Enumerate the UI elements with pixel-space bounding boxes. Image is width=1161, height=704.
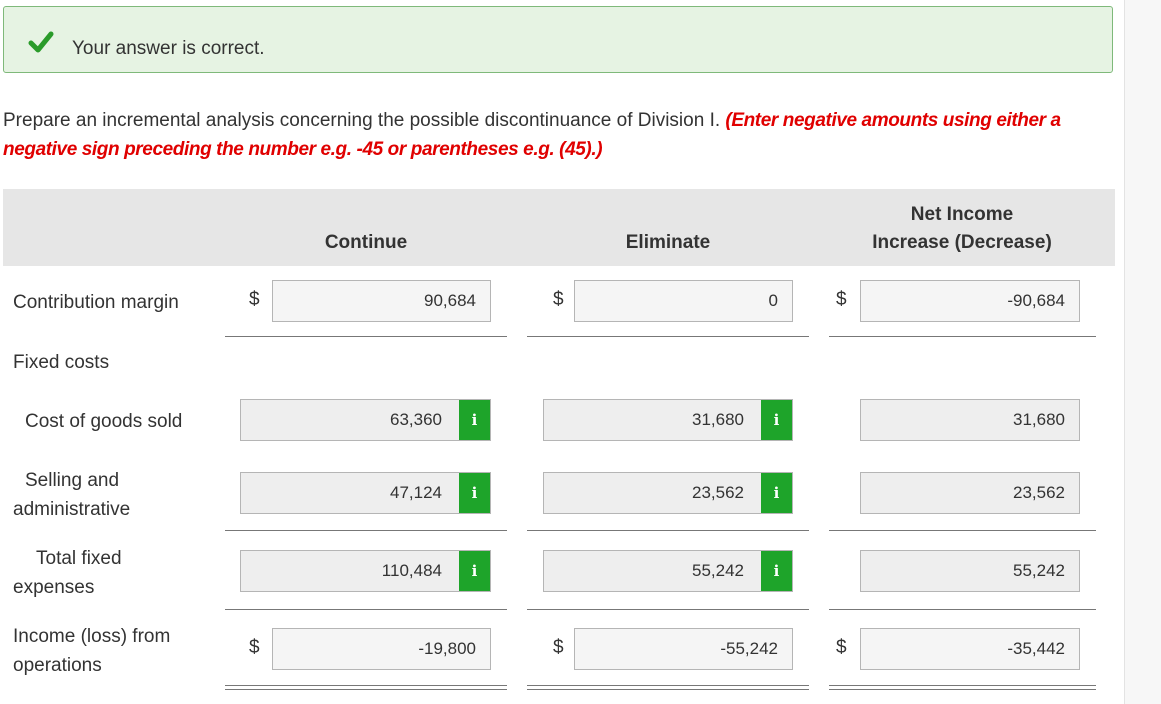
feedback-message: Your answer is correct.: [72, 38, 265, 59]
info-button[interactable]: i: [459, 400, 490, 440]
input-contribution-margin-eliminate[interactable]: 0: [574, 280, 793, 322]
info-button[interactable]: i: [761, 551, 792, 591]
underline: [527, 336, 809, 337]
feedback-banner: Your answer is correct.: [3, 6, 1113, 73]
input-contribution-margin-continue[interactable]: 90,684: [272, 280, 491, 322]
field-value: 47,124: [390, 483, 442, 502]
info-button[interactable]: i: [761, 400, 792, 440]
currency-symbol: $: [249, 289, 260, 310]
currency-symbol: $: [836, 637, 847, 658]
underline: [829, 336, 1096, 337]
info-button[interactable]: i: [459, 473, 490, 513]
column-header-net-line1: Net Income: [910, 204, 1014, 225]
input-contribution-margin-net[interactable]: -90,684: [860, 280, 1080, 322]
underline: [829, 609, 1096, 610]
row-label-income-line1: Income (loss) from: [13, 626, 171, 647]
input-selling-eliminate[interactable]: 23,562 i: [543, 472, 793, 514]
row-label-contribution-margin: Contribution margin: [13, 292, 179, 313]
table-header: Continue Eliminate Net Income Increase (…: [3, 189, 1115, 266]
column-header-eliminate: Eliminate: [625, 232, 711, 253]
underline: [527, 530, 809, 531]
instruction-text: Prepare an incremental analysis concerni…: [3, 110, 721, 131]
input-total-fixed-continue[interactable]: 110,484 i: [240, 550, 491, 592]
input-income-continue[interactable]: -19,800: [272, 628, 491, 670]
field-value: 63,360: [390, 410, 442, 429]
currency-symbol: $: [249, 637, 260, 658]
input-income-net[interactable]: -35,442: [860, 628, 1080, 670]
input-total-fixed-net[interactable]: 55,242: [860, 550, 1080, 592]
scrollbar[interactable]: [1124, 0, 1161, 704]
input-cogs-net[interactable]: 31,680: [860, 399, 1080, 441]
currency-symbol: $: [836, 289, 847, 310]
underline: [527, 609, 809, 610]
row-label-total-fixed-line2: expenses: [13, 577, 95, 598]
row-label-selling-line2: administrative: [13, 499, 131, 520]
field-value: 110,484: [381, 561, 442, 580]
input-cogs-eliminate[interactable]: 31,680 i: [543, 399, 793, 441]
currency-symbol: $: [553, 289, 564, 310]
underline: [225, 609, 507, 610]
field-value: 31,680: [692, 410, 744, 429]
info-button[interactable]: i: [459, 551, 490, 591]
check-icon: [28, 31, 54, 53]
row-label-total-fixed-line1: Total fixed: [36, 548, 122, 569]
row-label-income-line2: operations: [13, 655, 102, 676]
underline: [829, 530, 1096, 531]
input-cogs-continue[interactable]: 63,360 i: [240, 399, 491, 441]
underline: [225, 336, 507, 337]
question-instructions: Prepare an incremental analysis concerni…: [3, 106, 1123, 164]
input-income-eliminate[interactable]: -55,242: [574, 628, 793, 670]
underline: [225, 530, 507, 531]
row-label-selling-line1: Selling and: [25, 470, 120, 491]
input-selling-net[interactable]: 23,562: [860, 472, 1080, 514]
double-underline: [829, 685, 1096, 690]
row-label-cost-of-goods-sold: Cost of goods sold: [25, 411, 183, 432]
info-button[interactable]: i: [761, 473, 792, 513]
double-underline: [225, 685, 507, 690]
field-value: 55,242: [692, 561, 744, 580]
input-selling-continue[interactable]: 47,124 i: [240, 472, 491, 514]
row-label-fixed-costs: Fixed costs: [13, 352, 110, 373]
currency-symbol: $: [553, 637, 564, 658]
column-header-net-line2: Increase (Decrease): [872, 232, 1052, 253]
field-value: 23,562: [692, 483, 744, 502]
column-header-continue: Continue: [324, 232, 408, 253]
double-underline: [527, 685, 809, 690]
input-total-fixed-eliminate[interactable]: 55,242 i: [543, 550, 793, 592]
